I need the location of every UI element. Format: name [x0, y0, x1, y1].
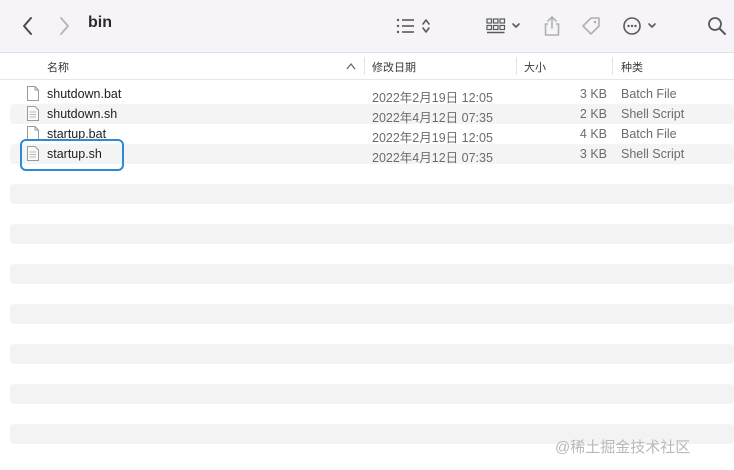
selection-highlight — [20, 139, 124, 171]
forward-button[interactable] — [52, 13, 76, 39]
column-divider[interactable] — [612, 57, 613, 75]
list-view-icon — [396, 18, 430, 34]
file-row[interactable]: shutdown.sh 2022年4月12日 07:35 2 KB Shell … — [10, 104, 734, 125]
empty-row — [10, 344, 734, 364]
grid-view-button[interactable] — [484, 13, 524, 39]
empty-row — [10, 304, 734, 324]
list-view-button[interactable] — [394, 13, 434, 39]
tag-icon — [582, 17, 600, 35]
tag-button[interactable] — [579, 13, 603, 39]
search-button[interactable] — [705, 13, 729, 39]
column-name-header[interactable]: 名称 — [47, 59, 69, 75]
file-kind: Batch File — [621, 87, 677, 101]
file-kind: Batch File — [621, 127, 677, 141]
back-button[interactable] — [16, 13, 40, 39]
column-divider[interactable] — [364, 57, 365, 75]
toolbar: bin — [0, 0, 734, 53]
empty-row — [10, 264, 734, 284]
file-size: 4 KB — [579, 127, 607, 141]
file-size: 2 KB — [579, 107, 607, 121]
empty-row — [10, 224, 734, 244]
file-date: 2022年4月12日 07:35 — [372, 151, 493, 165]
column-kind-header[interactable]: 种类 — [621, 59, 643, 75]
file-size: 3 KB — [579, 87, 607, 101]
empty-row — [10, 184, 734, 204]
column-header-bar: 名称 修改日期 大小 种类 — [0, 53, 734, 80]
file-kind: Shell Script — [621, 107, 685, 121]
empty-row — [10, 384, 734, 404]
ellipsis-circle-icon — [623, 17, 656, 35]
share-icon — [544, 16, 560, 36]
file-name: shutdown.bat — [47, 87, 122, 101]
file-row[interactable]: shutdown.bat 2022年2月19日 12:05 3 KB Batch… — [10, 84, 734, 105]
grid-view-icon — [486, 18, 520, 34]
file-kind: Shell Script — [621, 147, 685, 161]
document-icon — [27, 86, 39, 101]
column-divider[interactable] — [516, 57, 517, 75]
chevron-right-icon — [60, 17, 69, 35]
column-date-header[interactable]: 修改日期 — [372, 59, 416, 75]
chevron-left-icon — [23, 17, 32, 35]
sort-ascending-icon — [346, 62, 356, 70]
script-document-icon — [27, 106, 39, 121]
more-actions-button[interactable] — [621, 13, 661, 39]
share-button[interactable] — [540, 13, 564, 39]
window-title: bin — [88, 14, 112, 31]
watermark: @稀土掘金技术社区 — [555, 439, 691, 456]
file-name: shutdown.sh — [47, 107, 118, 121]
file-size: 3 KB — [579, 147, 607, 161]
column-size-header[interactable]: 大小 — [524, 59, 546, 75]
search-icon — [708, 17, 726, 35]
